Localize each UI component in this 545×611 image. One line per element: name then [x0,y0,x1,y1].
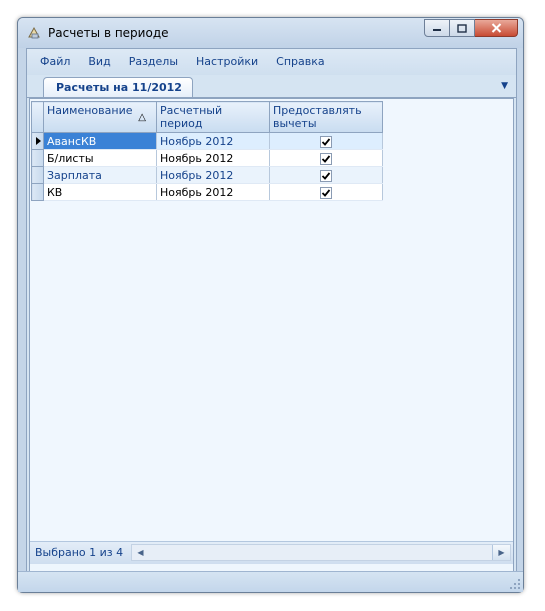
tab-list-dropdown-icon[interactable]: ▼ [501,81,508,91]
menu-sections[interactable]: Разделы [120,51,187,73]
close-icon [491,23,501,33]
menu-settings[interactable]: Настройки [187,51,267,73]
status-strip [18,571,523,592]
cell-name[interactable]: КВ [43,183,157,201]
cell-period[interactable]: Ноябрь 2012 [156,183,270,201]
column-header-name[interactable]: Наименование △ [43,101,157,133]
cell-deductions[interactable] [269,183,383,201]
column-header-period[interactable]: Расчетный период [156,101,270,133]
maximize-icon [457,23,467,33]
table-row[interactable]: КВ Ноябрь 2012 [31,183,383,201]
current-row-pointer-icon [36,137,41,145]
cell-name[interactable]: Б/листы [43,149,157,167]
menu-file[interactable]: Файл [31,51,79,73]
selection-count: Выбрано 1 из 4 [35,546,124,559]
scroll-left-button[interactable]: ◀ [132,545,149,560]
table-row[interactable]: Б/листы Ноябрь 2012 [31,149,383,167]
sort-ascending-icon: △ [138,112,146,123]
checkbox-checked-icon[interactable] [320,169,332,182]
table-row[interactable]: Зарплата Ноябрь 2012 [31,166,383,184]
tab-label: Расчеты на 11/2012 [56,81,182,94]
scroll-right-button[interactable]: ▶ [492,545,510,560]
arrow-left-icon: ◀ [137,548,144,557]
column-header-deductions[interactable]: Предоставлять вычеты [269,101,383,133]
row-indicator[interactable] [31,132,44,150]
row-indicator-header [31,101,44,133]
cell-deductions[interactable] [269,132,383,150]
row-indicator[interactable] [31,149,44,167]
window-title: Расчеты в периоде [48,26,169,40]
cell-deductions[interactable] [269,149,383,167]
menu-help[interactable]: Справка [267,51,333,73]
checkbox-checked-icon[interactable] [320,186,332,199]
cell-period[interactable]: Ноябрь 2012 [156,149,270,167]
checkbox-checked-icon[interactable] [320,135,332,148]
cell-name[interactable]: Зарплата [43,166,157,184]
grid-panel: Наименование △ Расчетный период Предоста… [29,98,514,582]
grid-footer: Выбрано 1 из 4 ◀ ▶ [30,541,513,564]
app-icon [28,26,40,39]
column-header-label: Наименование [47,104,133,117]
client-area: Файл Вид Разделы Настройки Справка Расче… [26,48,517,586]
menu-view[interactable]: Вид [79,51,119,73]
data-grid: Наименование △ Расчетный период Предоста… [30,99,513,541]
title-bar[interactable]: Расчеты в периоде [18,18,523,48]
column-header-label: Предоставлять вычеты [273,104,362,130]
tab-strip: Расчеты на 11/2012 ▼ [27,75,516,98]
minimize-icon [433,29,441,31]
menu-bar: Файл Вид Разделы Настройки Справка [27,49,516,75]
arrow-right-icon: ▶ [498,548,505,557]
cell-name[interactable]: АвансКВ [43,132,157,150]
row-indicator[interactable] [31,183,44,201]
resize-grip-icon[interactable] [509,578,521,590]
cell-period[interactable]: Ноябрь 2012 [156,132,270,150]
tab-calculations[interactable]: Расчеты на 11/2012 [43,77,193,97]
row-indicator[interactable] [31,166,44,184]
maximize-button[interactable] [450,19,475,37]
minimize-button[interactable] [424,19,450,37]
cell-deductions[interactable] [269,166,383,184]
cell-period[interactable]: Ноябрь 2012 [156,166,270,184]
table-row[interactable]: АвансКВ Ноябрь 2012 [31,132,383,150]
column-header-label: Расчетный период [160,104,223,130]
horizontal-scrollbar[interactable]: ◀ ▶ [131,544,511,561]
calculations-table: Наименование △ Расчетный период Предоста… [31,101,383,201]
close-button[interactable] [475,19,518,37]
app-window: Расчеты в периоде Файл Вид Разделы Настр… [17,17,524,593]
checkbox-checked-icon[interactable] [320,152,332,165]
